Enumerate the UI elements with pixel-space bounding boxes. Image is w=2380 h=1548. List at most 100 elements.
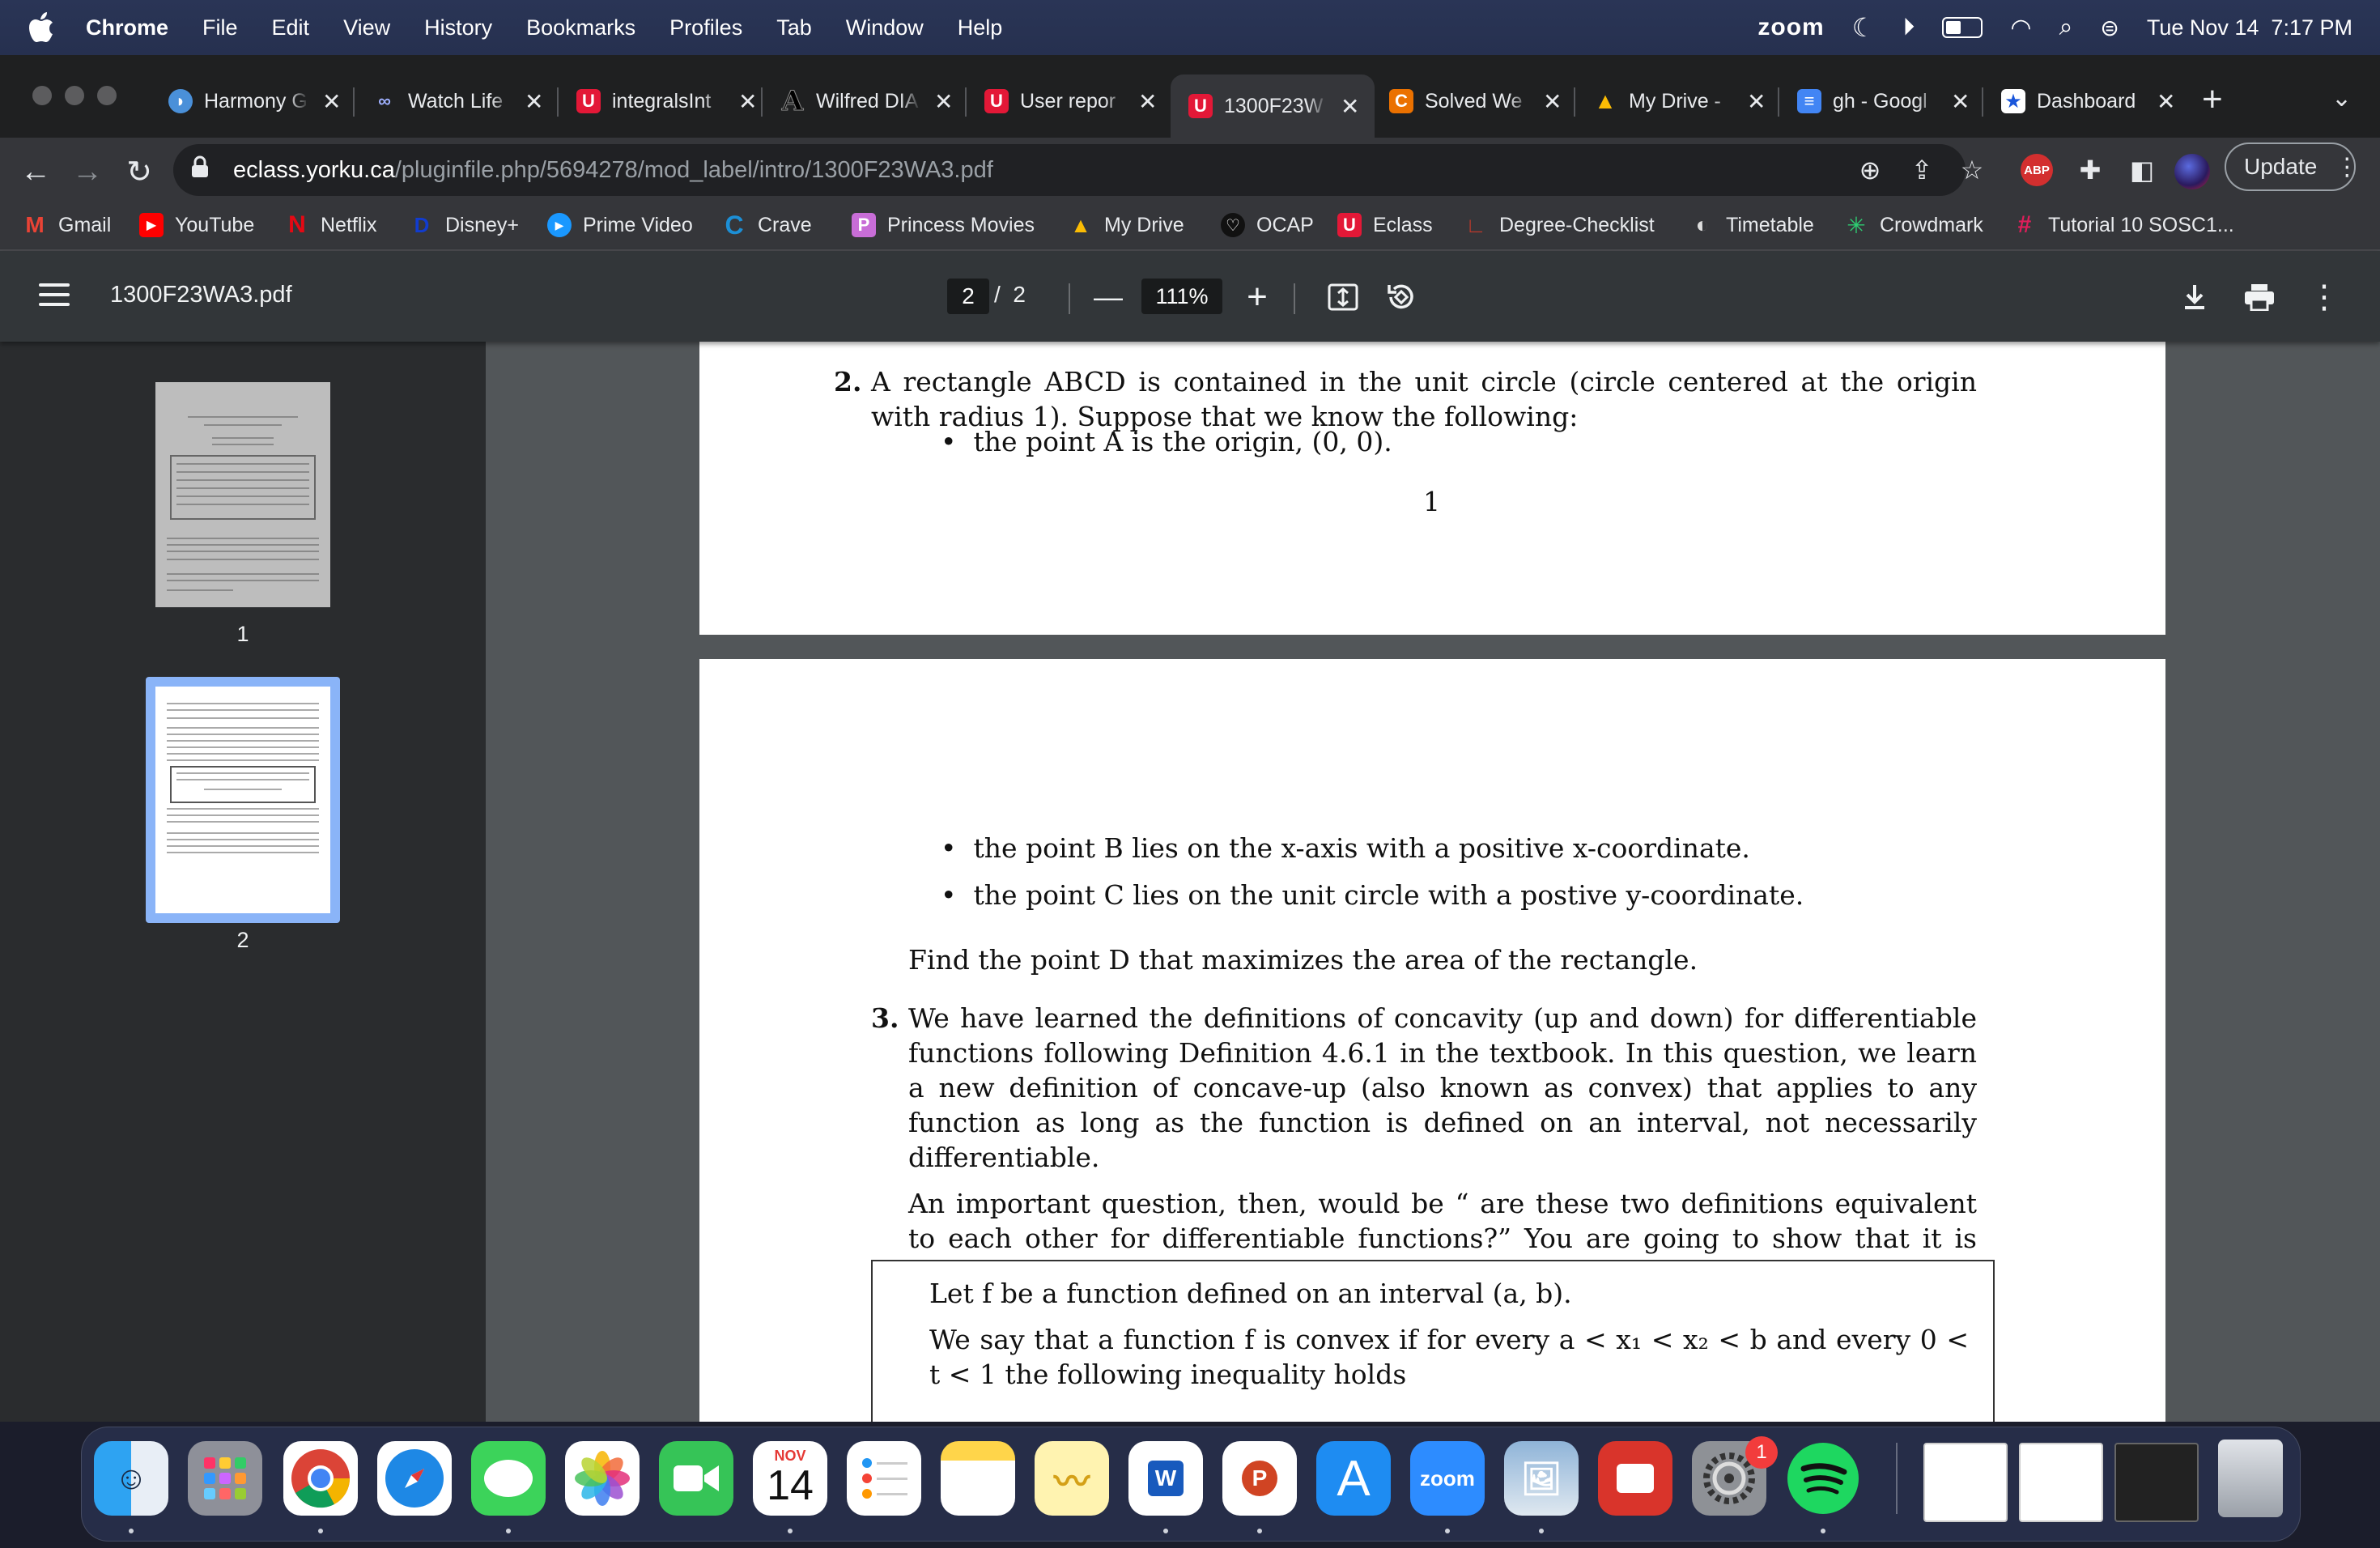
zoom-status-item[interactable]: zoom (1757, 14, 1824, 41)
menu-icon[interactable] (39, 283, 70, 313)
zoom-out-icon[interactable]: — (1088, 277, 1128, 317)
tab-search-chevron-icon[interactable]: ⌄ (2331, 84, 2352, 113)
bookmark-youtube[interactable]: ▶ YouTube (139, 207, 254, 243)
preview-icon[interactable]: 🖼 (1504, 1441, 1579, 1516)
bookmark-prime-video[interactable]: ▶ Prime Video (547, 207, 693, 243)
close-tab-icon[interactable]: ✕ (2157, 88, 2175, 115)
bookmark-ocap[interactable]: ♡ OCAP (1221, 207, 1314, 243)
photos-icon[interactable] (565, 1441, 640, 1516)
reload-icon[interactable]: ↻ (115, 147, 164, 196)
minimize-window-icon[interactable] (65, 86, 84, 105)
adblock-icon[interactable]: ABP (2021, 154, 2053, 186)
menu-window[interactable]: Window (846, 15, 924, 40)
close-tab-icon[interactable]: ✕ (1543, 88, 1562, 115)
facetime-icon[interactable] (659, 1441, 733, 1516)
close-tab-icon[interactable]: ✕ (1341, 93, 1359, 120)
tab-gh-google[interactable]: ≡ gh - Googl ✕ (1797, 74, 1970, 128)
safari-icon[interactable] (377, 1441, 452, 1516)
menu-view[interactable]: View (343, 15, 390, 40)
tab-user-report[interactable]: U User repor ✕ (984, 74, 1157, 128)
word-icon[interactable]: W (1128, 1441, 1203, 1516)
tab-integrals[interactable]: U integralsInt ✕ (576, 74, 757, 128)
download-icon[interactable] (2174, 277, 2215, 317)
chrome-icon[interactable] (283, 1441, 358, 1516)
tab-my-drive[interactable]: ▲ My Drive - ✕ (1593, 74, 1766, 128)
side-panel-icon[interactable]: ◧ (2123, 151, 2161, 189)
menu-edit[interactable]: Edit (272, 15, 310, 40)
zoom-window-icon[interactable] (97, 86, 117, 105)
extensions-icon[interactable]: ✚ (2071, 151, 2110, 189)
bookmark-disney[interactable]: D Disney+ (410, 207, 519, 243)
pdf-viewer[interactable]: 2. A rectangle ABCD is contained in the … (486, 342, 2380, 1422)
more-options-icon[interactable]: ⋮ (2304, 277, 2344, 317)
forward-icon[interactable]: → (63, 147, 112, 196)
tab-harmony[interactable]: ◗ Harmony G ✕ (168, 74, 341, 128)
close-tab-icon[interactable]: ✕ (1747, 88, 1766, 115)
bookmark-timetable[interactable]: ◐ Timetable (1690, 207, 1814, 243)
print-icon[interactable] (2239, 277, 2280, 317)
battery-icon[interactable] (1942, 17, 1983, 38)
lock-icon[interactable] (191, 155, 223, 185)
menu-app-name[interactable]: Chrome (86, 15, 168, 40)
wifi-icon[interactable]: ◠ (2010, 14, 2031, 42)
spotlight-icon[interactable]: ⌕ (2059, 14, 2073, 41)
tab-solved[interactable]: C Solved We ✕ (1389, 74, 1562, 128)
powerpoint-icon[interactable]: P (1222, 1441, 1297, 1516)
close-tab-icon[interactable]: ✕ (322, 88, 341, 115)
tab-watch-life[interactable]: ∞ Watch Life ✕ (372, 74, 543, 128)
bookmark-star-icon[interactable]: ☆ (1953, 151, 1991, 189)
clock[interactable]: Tue Nov 14 7:17 PM (2147, 15, 2352, 40)
zoom-magnifier-icon[interactable]: ⊕ (1851, 151, 1889, 189)
finder-icon[interactable]: ☺ (94, 1441, 168, 1516)
bookmark-degree-checklist[interactable]: ∟ Degree-Checklist (1464, 207, 1654, 243)
tab-1300f23wa3-active[interactable]: U 1300F23W ✕ (1171, 74, 1375, 138)
bookmark-crowdmark[interactable]: ✳ Crowdmark (1844, 207, 1983, 243)
update-button[interactable]: Update ⋮ (2225, 142, 2359, 191)
bookmark-gmail[interactable]: M Gmail (23, 207, 111, 243)
tab-dashboard[interactable]: ★ Dashboard ✕ (2001, 74, 2175, 128)
trash-icon[interactable] (2218, 1440, 2283, 1517)
menu-help[interactable]: Help (958, 15, 1003, 40)
menu-bookmarks[interactable]: Bookmarks (526, 15, 635, 40)
bookmark-my-drive[interactable]: ▲ My Drive (1069, 207, 1184, 243)
freeform-icon[interactable]: 〰 (1035, 1441, 1109, 1516)
moon-icon[interactable]: ☾ (1852, 12, 1876, 43)
control-center-icon[interactable]: ⊜ (2100, 15, 2119, 41)
reminders-icon[interactable] (847, 1441, 921, 1516)
messages-icon[interactable] (471, 1441, 546, 1516)
menu-profiles[interactable]: Profiles (669, 15, 742, 40)
page-thumbnail-2[interactable] (155, 687, 330, 913)
page-number-input[interactable]: 2 (947, 279, 989, 314)
close-window-icon[interactable] (32, 86, 52, 105)
address-bar[interactable]: eclass.yorku.ca/pluginfile.php/5694278/m… (173, 144, 1966, 196)
menu-tab[interactable]: Tab (776, 15, 812, 40)
close-tab-icon[interactable]: ✕ (1138, 88, 1157, 115)
notes-icon[interactable] (941, 1441, 1015, 1516)
new-tab-icon[interactable]: + (2202, 79, 2223, 120)
menu-file[interactable]: File (202, 15, 238, 40)
recent-window-thumbnail-2[interactable] (2019, 1443, 2103, 1522)
bookmark-tutorial-slack[interactable]: # Tutorial 10 SOSC1... (2012, 207, 2234, 243)
zoom-icon[interactable]: zoom (1410, 1441, 1485, 1516)
close-tab-icon[interactable]: ✕ (738, 88, 757, 115)
fit-to-page-icon[interactable] (1323, 277, 1363, 317)
page-thumbnail-1[interactable] (155, 382, 330, 607)
bookmark-princess-movies[interactable]: P Princess Movies (852, 207, 1035, 243)
photobooth-icon[interactable] (1598, 1441, 1672, 1516)
spotify-icon[interactable] (1786, 1441, 1860, 1516)
close-tab-icon[interactable]: ✕ (525, 88, 543, 115)
bookmark-eclass[interactable]: U Eclass (1337, 207, 1433, 243)
zoom-in-icon[interactable]: + (1237, 277, 1277, 317)
back-icon[interactable]: ← (11, 147, 60, 196)
recent-window-thumbnail-1[interactable] (1923, 1443, 2008, 1522)
appstore-icon[interactable]: A (1316, 1441, 1391, 1516)
apple-icon[interactable] (28, 11, 55, 44)
zoom-level-input[interactable]: 111% (1141, 279, 1222, 314)
recent-window-thumbnail-3[interactable] (2114, 1443, 2199, 1522)
launchpad-icon[interactable] (188, 1441, 262, 1516)
play-icon[interactable]: ⏵ (1902, 14, 1915, 41)
calendar-icon[interactable]: NOV 14 (753, 1441, 827, 1516)
avatar[interactable] (2174, 154, 2210, 189)
tab-wilfred[interactable]: A Wilfred DIA ✕ (780, 74, 953, 128)
rotate-icon[interactable] (1381, 277, 1422, 317)
